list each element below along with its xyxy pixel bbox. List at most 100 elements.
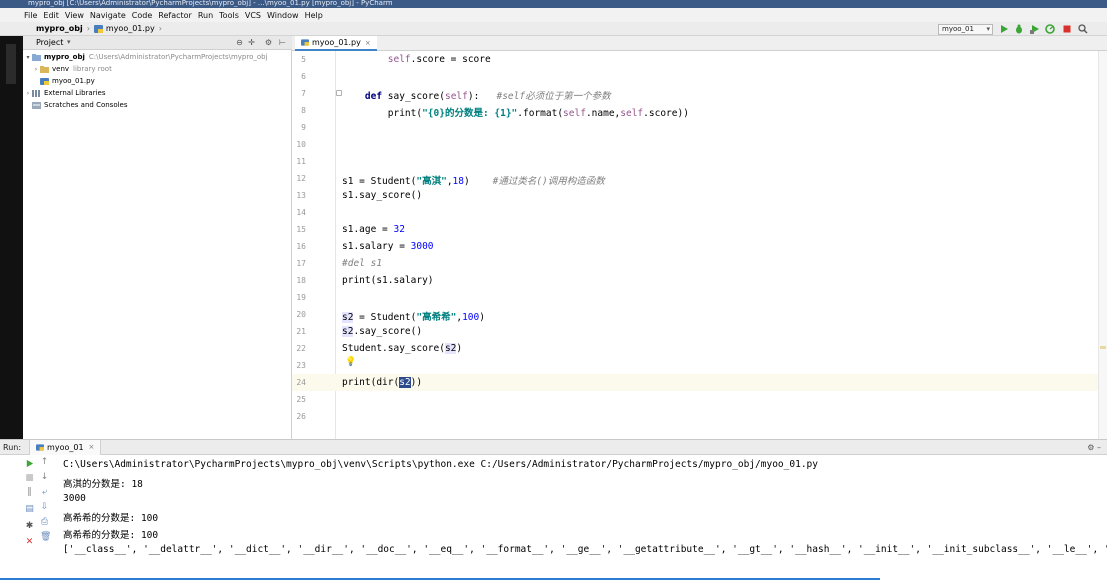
tree-item-venv[interactable]: › venv library root (32, 63, 112, 75)
code-text: def say_score(self): #self必须位于第一个参数 (364, 91, 611, 102)
line-number: 25 (296, 395, 306, 404)
code-line[interactable]: 26 (292, 408, 1098, 425)
menu-window[interactable]: Window (267, 11, 299, 20)
collapse-all-icon[interactable]: ⊖ (235, 38, 244, 47)
debug-icon[interactable] (1014, 24, 1024, 34)
code-text: s1.say_score() (342, 190, 423, 201)
scroll-end-icon[interactable]: ⇩ (40, 503, 49, 512)
search-icon[interactable] (1078, 24, 1088, 34)
close-icon[interactable]: × (89, 443, 95, 451)
code-line[interactable]: 14 (292, 204, 1098, 221)
line-number: 8 (301, 106, 306, 115)
tree-item-scratches[interactable]: Scratches and Consoles (32, 99, 128, 111)
code-editor: myoo_01.py × 5 self.score = score 6 7 de… (292, 36, 1107, 439)
rerun-icon[interactable] (25, 459, 34, 468)
bulb-icon[interactable]: 💡 (345, 357, 356, 367)
coverage-icon[interactable] (1030, 24, 1040, 34)
code-text: print(dir(s2)) (342, 377, 423, 388)
tree-item-myoo-01[interactable]: myoo_01.py (40, 75, 95, 87)
menu-refactor[interactable]: Refactor (158, 11, 192, 20)
run-icon[interactable] (999, 24, 1009, 34)
code-line[interactable]: 23 💡 (292, 357, 1098, 374)
code-line[interactable]: 18 print(s1.salary) (292, 272, 1098, 289)
code-line-current[interactable]: 24 print(dir(s2)) (292, 374, 1098, 391)
run-panel-label: Run: (3, 442, 22, 452)
menu-help[interactable]: Help (305, 11, 323, 20)
close-icon[interactable]: ✕ (25, 538, 34, 547)
run-config-selector[interactable]: myoo_01 ▾ (938, 24, 993, 35)
code-line[interactable]: 20 s2 = Student("高希希",100) (292, 306, 1098, 323)
code-line[interactable]: 22 Student.say_score(s2) (292, 340, 1098, 357)
expand-all-icon[interactable]: ✛ (247, 38, 256, 47)
restore-layout-icon[interactable]: ▤ (25, 505, 34, 514)
gear-icon[interactable]: ⚙ – (1087, 443, 1101, 452)
close-icon[interactable]: × (365, 39, 371, 47)
code-line[interactable]: 12 s1 = Student("高淇",18) #通过类名()调用构造函数 (292, 170, 1098, 187)
error-stripe[interactable] (1098, 51, 1107, 439)
tab-label: myoo_01.py (312, 38, 361, 47)
console-output[interactable]: C:\Users\Administrator\PycharmProjects\m… (54, 455, 1107, 580)
menu-code[interactable]: Code (132, 11, 152, 20)
profile-icon[interactable] (1045, 24, 1055, 34)
code-line[interactable]: 25 (292, 391, 1098, 408)
line-number: 23 (296, 361, 306, 370)
menu-navigate[interactable]: Navigate (90, 11, 126, 20)
breadcrumb-separator-icon: › (86, 24, 90, 33)
stop-icon[interactable]: ■ (25, 474, 34, 483)
tree-item-label: External Libraries (44, 89, 106, 97)
menu-tools[interactable]: Tools (219, 11, 239, 20)
code-line[interactable]: 16 s1.salary = 3000 (292, 238, 1098, 255)
line-number: 24 (296, 378, 306, 387)
code-line[interactable]: 13 s1.say_score() (292, 187, 1098, 204)
code-line[interactable]: 5 self.score = score (292, 51, 1098, 68)
code-line[interactable]: 10 (292, 136, 1098, 153)
code-line[interactable]: 11 (292, 153, 1098, 170)
tree-item-mypro-obj[interactable]: ▾ mypro_obj C:\Users\Administrator\Pycha… (24, 51, 267, 63)
breadcrumb-project[interactable]: mypro_obj (36, 24, 83, 33)
line-number: 20 (296, 310, 306, 319)
menu-view[interactable]: View (65, 11, 84, 20)
line-number: 11 (296, 157, 306, 166)
usage-marker[interactable] (1100, 346, 1106, 349)
menu-run[interactable]: Run (198, 11, 213, 20)
code-line[interactable]: 9 (292, 119, 1098, 136)
line-number: 21 (296, 327, 306, 336)
code-area[interactable]: 5 self.score = score 6 7 def say_score(s… (292, 51, 1107, 439)
stop-icon[interactable] (1062, 24, 1072, 34)
run-config-label: myoo_01 (942, 25, 974, 33)
window-title: mypro_obj [C:\Users\Administrator\Pychar… (28, 0, 393, 7)
code-line[interactable]: 17 #del s1 (292, 255, 1098, 272)
project-tool-button[interactable] (6, 44, 16, 84)
menu-file[interactable]: File (24, 11, 37, 20)
folder-icon (32, 53, 41, 61)
chevron-down-icon: ▾ (986, 25, 990, 33)
line-number: 12 (296, 174, 306, 183)
tab-run-myoo-01[interactable]: myoo_01 × (29, 439, 102, 455)
code-line[interactable]: 21 s2.say_score() (292, 323, 1098, 340)
menu-vcs[interactable]: VCS (245, 11, 261, 20)
code-line[interactable]: 7 def say_score(self): #self必须位于第一个参数 (292, 85, 1098, 102)
code-line[interactable]: 8 print("{0}的分数是: {1}".format(self.name,… (292, 102, 1098, 119)
line-number: 14 (296, 208, 306, 217)
gear-icon[interactable]: ⚙ (264, 38, 273, 47)
code-text: self.score = score (342, 54, 491, 65)
arrow-down-icon[interactable]: ↓ (40, 473, 49, 482)
line-number: 19 (296, 293, 306, 302)
breadcrumb-file[interactable]: myoo_01.py (106, 24, 155, 33)
run-panel: Run: myoo_01 × ⚙ – ↑ ■ ↓ ‖ ⤶ ▤ ⇩ ✱ ⎙ ✕ 🗑… (0, 439, 1107, 580)
menu-edit[interactable]: Edit (43, 11, 59, 20)
code-line[interactable]: 19 (292, 289, 1098, 306)
tab-myoo-01[interactable]: myoo_01.py × (295, 36, 377, 51)
print-icon[interactable]: ⎙ (40, 518, 49, 527)
code-text: print("{0}的分数是: {1}".format(self.name,se… (342, 108, 689, 119)
code-line[interactable]: 15 s1.age = 32 (292, 221, 1098, 238)
arrow-up-icon[interactable]: ↑ (40, 458, 49, 467)
soft-wrap-icon[interactable]: ⤶ (40, 488, 49, 497)
pin-icon[interactable]: ✱ (25, 522, 34, 531)
code-line[interactable]: 6 (292, 68, 1098, 85)
trash-icon[interactable]: 🗑 (40, 533, 51, 542)
project-panel-title[interactable]: Project (36, 38, 63, 47)
tree-item-external-libraries[interactable]: › External Libraries (24, 87, 106, 99)
hide-panel-icon[interactable]: ⊢ (278, 38, 287, 47)
pause-icon[interactable]: ‖ (25, 488, 34, 497)
